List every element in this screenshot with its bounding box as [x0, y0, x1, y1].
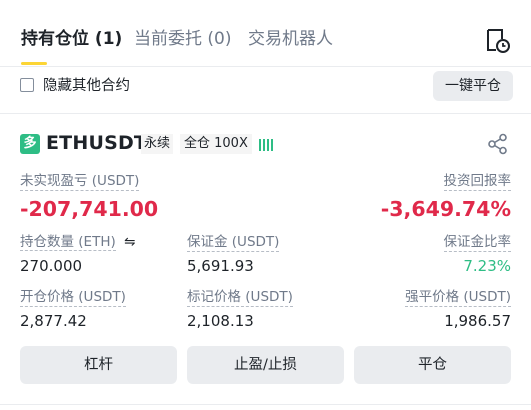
mark-price-value: 2,108.13: [187, 312, 254, 330]
margin-mode-tag[interactable]: 全仓 100X: [180, 134, 252, 154]
hide-other-contracts-label[interactable]: 隐藏其他合约: [43, 77, 130, 95]
hide-other-contracts-checkbox[interactable]: [20, 78, 34, 92]
mark-price-label: 标记价格 (USDT): [187, 289, 293, 307]
liquidation-price-label: 强平价格 (USDT): [405, 289, 511, 307]
leverage-button[interactable]: 杠杆: [20, 346, 177, 384]
section-divider: [0, 113, 531, 114]
roi-value: -3,649.74%: [380, 197, 511, 221]
swap-unit-icon[interactable]: ⇋: [124, 234, 135, 250]
long-side-badge: 多: [20, 134, 40, 154]
position-size-field: 持仓数量 (ETH) ⇋: [20, 233, 135, 251]
unrealized-pnl-value: -207,741.00: [20, 197, 159, 221]
active-tab-indicator: [21, 62, 47, 65]
share-icon[interactable]: [487, 133, 509, 155]
tab-trading-bots[interactable]: 交易机器人: [248, 28, 333, 50]
position-size-label: 持仓数量 (ETH): [20, 234, 116, 251]
tp-sl-button[interactable]: 止盈/止损: [187, 346, 344, 384]
entry-price-label: 开仓价格 (USDT): [20, 289, 126, 307]
roi-label: 投资回报率: [443, 173, 511, 191]
margin-value: 5,691.93: [187, 257, 254, 275]
unrealized-pnl-label: 未实现盈亏 (USDT): [20, 173, 140, 191]
tab-positions[interactable]: 持有仓位 (1): [21, 28, 122, 50]
history-icon[interactable]: [484, 27, 512, 53]
margin-label: 保证金 (USDT): [187, 234, 280, 252]
margin-ratio-value: 7.23%: [463, 257, 511, 275]
close-position-button[interactable]: 平仓: [354, 346, 511, 384]
position-symbol[interactable]: ETHUSDT: [46, 131, 147, 155]
bottom-divider: [0, 404, 531, 405]
leverage-bars-icon: [259, 137, 275, 151]
liquidation-price-value: 1,986.57: [444, 312, 511, 330]
position-size-value: 270.000: [20, 257, 83, 275]
tab-open-orders[interactable]: 当前委托 (0): [134, 28, 231, 50]
positions-panel: 持有仓位 (1) 当前委托 (0) 交易机器人 隐藏其他合约 一键平仓 多 ET…: [0, 0, 531, 410]
close-all-positions-button[interactable]: 一键平仓: [433, 71, 513, 101]
contract-type-tag: 永续: [141, 134, 174, 154]
margin-ratio-label: 保证金比率: [443, 234, 511, 252]
entry-price-value: 2,877.42: [20, 312, 87, 330]
tab-bar: 持有仓位 (1) 当前委托 (0) 交易机器人: [0, 0, 531, 67]
